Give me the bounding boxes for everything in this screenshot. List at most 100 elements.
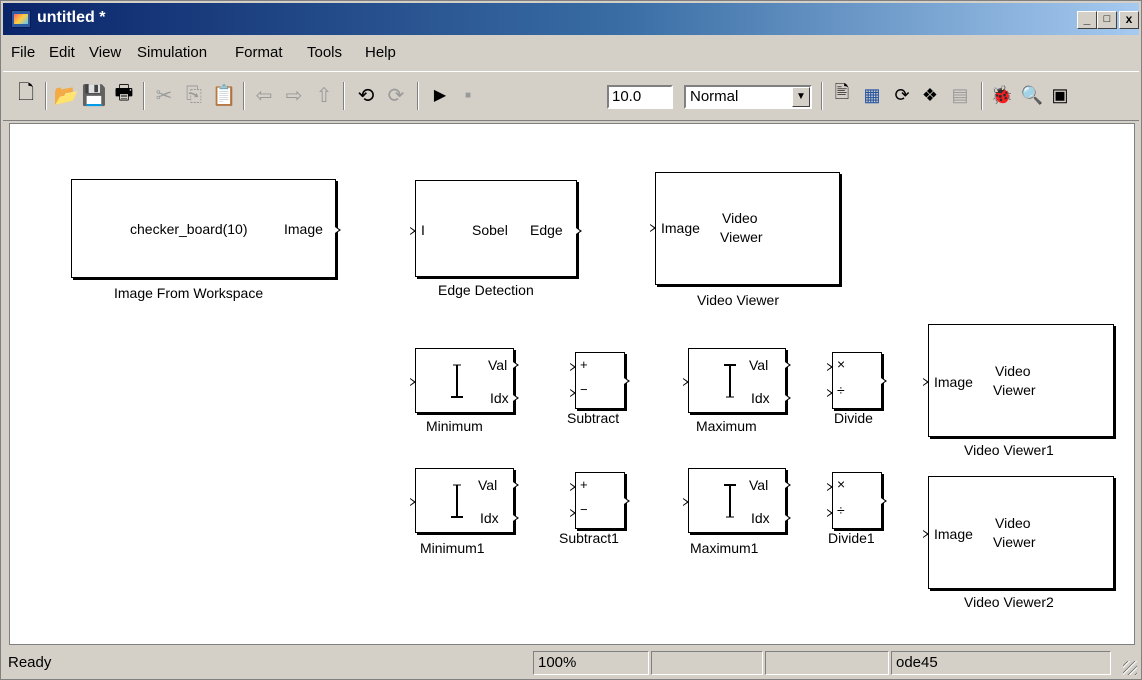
- input-port-label: Image: [661, 220, 700, 236]
- simulink-app-icon[interactable]: [11, 10, 31, 28]
- block-name[interactable]: Minimum: [426, 418, 483, 434]
- chevron-down-icon[interactable]: ▼: [792, 87, 810, 107]
- input-port-icon[interactable]: [410, 498, 416, 506]
- output-port-icon[interactable]: [785, 394, 791, 402]
- menu-edit[interactable]: Edit: [49, 44, 75, 61]
- copy-icon[interactable]: ⎘: [181, 82, 207, 108]
- menu-tools[interactable]: Tools: [307, 44, 342, 61]
- library-browser-icon[interactable]: ❖: [917, 82, 943, 108]
- output-port-icon[interactable]: [881, 497, 887, 505]
- video-viewer2-block[interactable]: Image Video Viewer: [923, 476, 1114, 589]
- forward-icon[interactable]: ⇨: [281, 82, 307, 108]
- output-port-icon[interactable]: [881, 377, 887, 385]
- toolbar-separator: [417, 82, 419, 110]
- input-port-icon[interactable]: [683, 498, 689, 506]
- model-canvas[interactable]: checker_board(10) Image Image From Works…: [9, 123, 1135, 645]
- block-name[interactable]: Video Viewer: [697, 292, 779, 308]
- menu-simulation[interactable]: Simulation: [137, 44, 207, 61]
- menu-file[interactable]: File: [11, 44, 35, 61]
- back-icon[interactable]: ⇦: [251, 82, 277, 108]
- output-port-icon[interactable]: [513, 394, 519, 402]
- menu-help[interactable]: Help: [365, 44, 396, 61]
- model-explorer-icon[interactable]: ▤: [947, 82, 973, 108]
- up-icon[interactable]: ⇧: [311, 82, 337, 108]
- save-icon[interactable]: 💾: [81, 82, 107, 108]
- maximum1-block[interactable]: Val Idx: [683, 468, 791, 533]
- zoom-level: 100%: [533, 651, 649, 675]
- output-port-icon[interactable]: [335, 226, 341, 234]
- block-name[interactable]: Maximum1: [690, 540, 758, 556]
- input-port-icon[interactable]: [827, 389, 833, 397]
- output-port-icon[interactable]: [785, 481, 791, 489]
- divide-block[interactable]: × ÷: [827, 352, 887, 409]
- block-name[interactable]: Edge Detection: [438, 282, 534, 298]
- output-port-icon[interactable]: [513, 481, 519, 489]
- input-port-icon[interactable]: [650, 224, 656, 232]
- cut-icon[interactable]: ✂: [151, 82, 177, 108]
- block-name[interactable]: Divide1: [828, 530, 875, 546]
- toolbar-separator: [981, 82, 983, 110]
- go-to-parent-icon[interactable]: ▣: [1047, 82, 1073, 108]
- block-name[interactable]: Subtract: [567, 410, 619, 426]
- status-cell-empty: [765, 651, 889, 675]
- minimize-button[interactable]: _: [1077, 11, 1097, 29]
- input-port-icon[interactable]: [827, 363, 833, 371]
- input-port-icon[interactable]: [923, 530, 929, 538]
- output-port-icon[interactable]: [624, 377, 630, 385]
- edge-detection-block[interactable]: I Sobel Edge: [410, 180, 582, 277]
- menu-format[interactable]: Format: [235, 44, 283, 61]
- block-name[interactable]: Minimum1: [420, 540, 485, 556]
- block-name[interactable]: Video Viewer1: [964, 442, 1054, 458]
- output-port-icon[interactable]: [785, 514, 791, 522]
- input-port-icon[interactable]: [570, 483, 576, 491]
- update-diagram-icon[interactable]: ⟳: [889, 82, 915, 108]
- profiler-icon[interactable]: 🔍: [1019, 82, 1045, 108]
- menu-view[interactable]: View: [89, 44, 121, 61]
- undo-icon[interactable]: ⟲: [353, 82, 379, 108]
- output-port-icon[interactable]: [513, 361, 519, 369]
- output-port-icon[interactable]: [576, 227, 582, 235]
- video-viewer-block[interactable]: Image Video Viewer: [650, 172, 840, 285]
- open-folder-icon[interactable]: 📂: [53, 82, 79, 108]
- stop-simulation-icon[interactable]: ■: [455, 82, 481, 108]
- resize-grip-icon[interactable]: [1123, 661, 1137, 675]
- output-port-icon[interactable]: [785, 361, 791, 369]
- input-port-icon[interactable]: [570, 389, 576, 397]
- block-name[interactable]: Subtract1: [559, 530, 619, 546]
- stop-time-input[interactable]: 10.0: [607, 85, 673, 109]
- block-name[interactable]: Maximum: [696, 418, 757, 434]
- subtract-block[interactable]: + −: [570, 352, 630, 409]
- input-port-icon[interactable]: [827, 509, 833, 517]
- input-port-icon[interactable]: [410, 378, 416, 386]
- simulation-mode-select[interactable]: Normal ▼: [684, 85, 812, 109]
- input-port-icon[interactable]: [570, 363, 576, 371]
- print-icon[interactable]: 🖶: [111, 82, 137, 108]
- model-advisor-icon[interactable]: ▦: [859, 82, 885, 108]
- maximum-block[interactable]: Val Idx: [683, 348, 791, 413]
- input-port-icon[interactable]: [410, 227, 416, 235]
- start-simulation-icon[interactable]: ▶: [427, 82, 453, 108]
- video-viewer1-block[interactable]: Image Video Viewer: [923, 324, 1114, 437]
- output-port-icon[interactable]: [624, 497, 630, 505]
- minimum1-block[interactable]: Val Idx: [410, 468, 519, 533]
- input-port-icon[interactable]: [923, 378, 929, 386]
- build-icon[interactable]: 🖹: [829, 82, 855, 108]
- image-from-workspace-block[interactable]: checker_board(10) Image: [71, 179, 341, 278]
- maximize-button[interactable]: □: [1097, 11, 1117, 29]
- input-port-icon[interactable]: [683, 378, 689, 386]
- title-bar[interactable]: untitled * _ □ x: [3, 3, 1139, 35]
- input-port-icon[interactable]: [827, 483, 833, 491]
- block-name[interactable]: Image From Workspace: [114, 285, 263, 301]
- block-name[interactable]: Video Viewer2: [964, 594, 1054, 610]
- output-port-icon[interactable]: [513, 514, 519, 522]
- redo-icon[interactable]: ⟳: [383, 82, 409, 108]
- new-document-icon[interactable]: 🗋: [13, 82, 39, 108]
- divide1-block[interactable]: × ÷: [827, 472, 887, 529]
- minimum-block[interactable]: Val Idx: [410, 348, 519, 413]
- subtract1-block[interactable]: + −: [570, 472, 630, 529]
- close-button[interactable]: x: [1119, 11, 1139, 29]
- input-port-icon[interactable]: [570, 509, 576, 517]
- block-name[interactable]: Divide: [834, 410, 873, 426]
- paste-icon[interactable]: 📋: [211, 82, 237, 108]
- debug-icon[interactable]: 🐞: [989, 82, 1015, 108]
